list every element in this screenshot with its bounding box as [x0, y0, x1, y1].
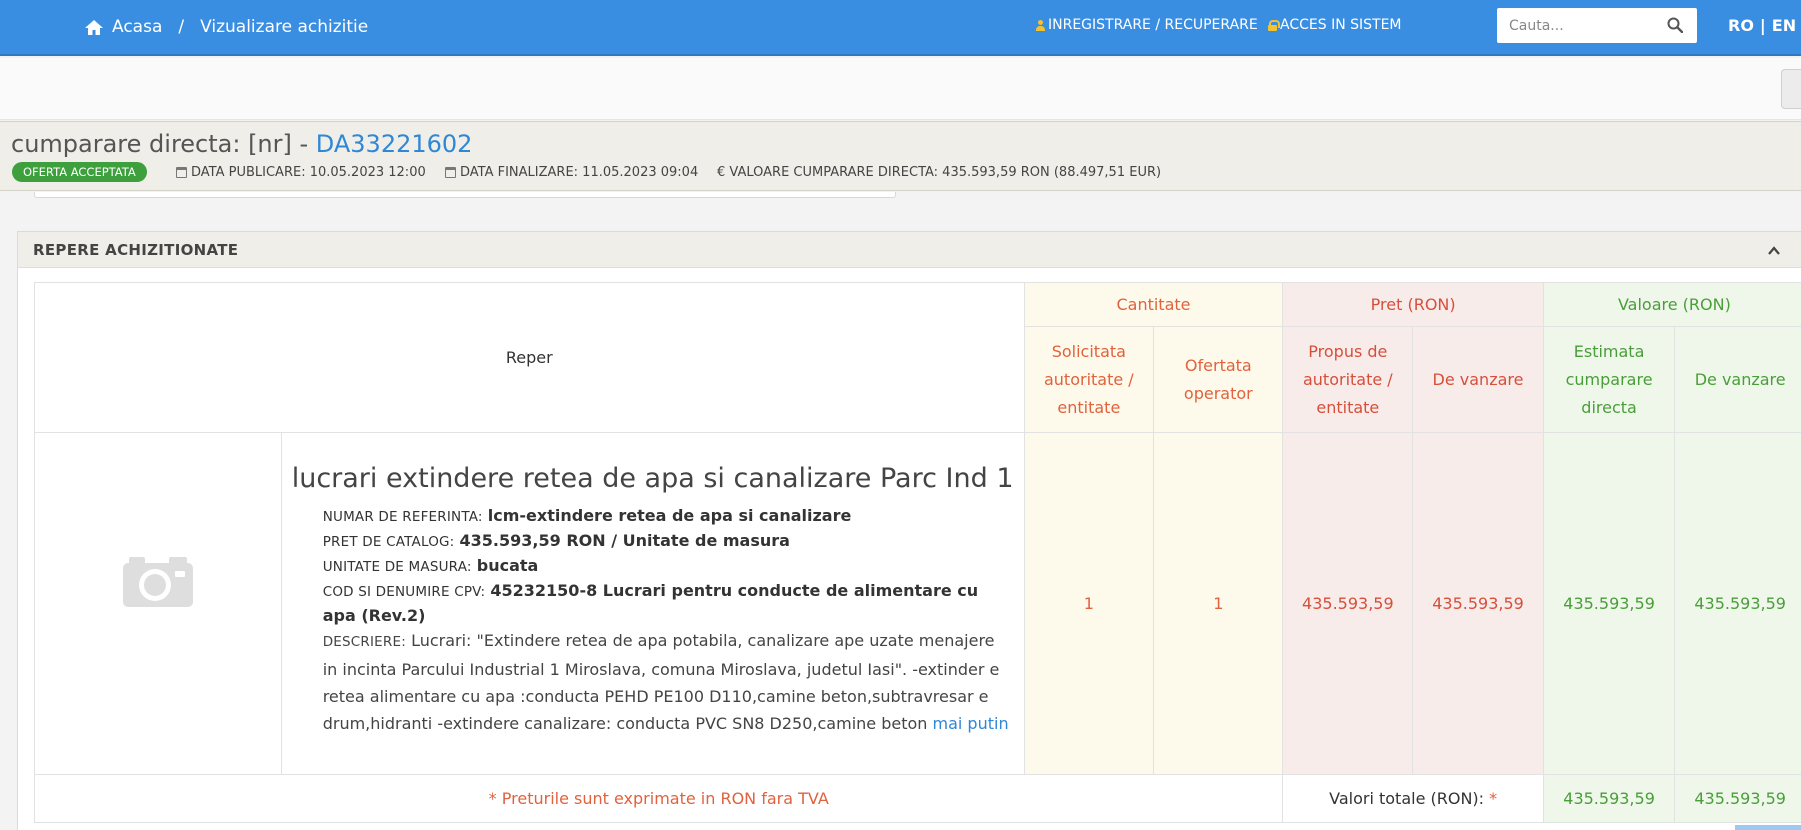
lang-separator: |	[1759, 16, 1766, 35]
calendar-icon	[176, 167, 187, 178]
value-estimated: 435.593,59	[1542, 432, 1676, 775]
item-reference-label: NUMAR DE REFERINTA:	[322, 509, 483, 525]
status-badge: OFERTA ACCEPTATA	[12, 162, 147, 182]
procurement-id: DA33221602	[315, 130, 473, 158]
collapsed-panel-edge	[34, 192, 896, 198]
side-panel-toggle[interactable]	[1781, 69, 1801, 109]
item-catalog-price-value: 435.593,59 RON / Unitate de masura	[459, 531, 790, 550]
group-header-price: Pret (RON)	[1282, 282, 1544, 327]
calendar-icon	[445, 167, 456, 178]
publish-date: DATA PUBLICARE: 10.05.2023 12:00	[176, 165, 426, 180]
totals-row: * Preturile sunt exprimate in RON fara T…	[33, 774, 1801, 823]
lang-en[interactable]: EN	[1772, 16, 1796, 35]
search-input[interactable]	[1497, 8, 1657, 43]
price-proposed: 435.593,59	[1282, 432, 1414, 775]
item-unit-value: bucata	[476, 556, 539, 575]
toolbar-strip	[0, 58, 1801, 120]
lang-ro[interactable]: RO	[1728, 16, 1754, 35]
items-table: Reper Cantitate Pret (RON) Valoare (RON)…	[33, 282, 1801, 823]
qty-requested: 1	[1023, 432, 1155, 775]
breadcrumb: Acasa / Vizualizare achizitie	[84, 17, 368, 37]
col-header-requested: Solicitata autoritate / entitate	[1023, 326, 1155, 433]
item-cpv: COD SI DENUMIRE CPV: 45232150-8 Lucrari …	[292, 579, 1014, 627]
publish-date-text: DATA PUBLICARE: 10.05.2023 12:00	[191, 165, 426, 180]
item-description-value: Lucrari: "Extindere retea de apa potabil…	[322, 631, 1000, 733]
totals-label: Valori totale (RON): *	[1282, 774, 1544, 823]
group-header-value: Valoare (RON)	[1542, 282, 1801, 327]
item-unit: UNITATE DE MASURA: bucata	[292, 554, 1014, 579]
show-less-link[interactable]: mai putin	[933, 714, 1009, 733]
search-box	[1497, 8, 1697, 43]
direct-purchase-value-text: € VALOARE CUMPARARE DIRECTA: 435.593,59 …	[717, 165, 1162, 180]
item-reference-value: lcm-extindere retea de apa si canalizare	[487, 506, 852, 525]
price-sale: 435.593,59	[1412, 432, 1544, 775]
item-reference: NUMAR DE REFERINTA: lcm-extindere retea …	[292, 504, 1014, 529]
register-link-label: INREGISTRARE / RECUPERARE	[1048, 17, 1258, 33]
col-header-estimated-value: Estimata cumparare directa	[1542, 326, 1676, 433]
item-unit-label: UNITATE DE MASURA:	[322, 559, 472, 575]
item-description: DESCRIERE: Lucrari: "Extindere retea de …	[292, 627, 1014, 737]
search-icon[interactable]	[1667, 17, 1683, 33]
login-link-label: ACCES IN SISTEM	[1280, 17, 1402, 33]
chevron-up-icon[interactable]	[1768, 245, 1780, 257]
camera-icon	[122, 557, 193, 607]
home-icon[interactable]	[84, 19, 104, 36]
table-row: lucrari extindere retea de apa si canali…	[34, 432, 1801, 775]
item-description-cell: lucrari extindere retea de apa si canali…	[280, 432, 1025, 775]
total-estimated: 435.593,59	[1542, 774, 1676, 823]
page-title: cumparare directa: [nr] - DA33221602	[11, 130, 472, 158]
page-title-prefix: cumparare directa: [nr] -	[11, 130, 316, 158]
vat-note: * Preturile sunt exprimate in RON fara T…	[33, 774, 1284, 823]
panel-header[interactable]: REPERE ACHIZITIONATE	[18, 232, 1801, 268]
col-header-sale-value: De vanzare	[1674, 326, 1801, 433]
finalize-date-text: DATA FINALIZARE: 11.05.2023 09:04	[460, 165, 699, 180]
value-sale: 435.593,59	[1674, 432, 1801, 775]
scroll-to-top-button[interactable]	[1735, 825, 1801, 830]
direct-purchase-value: € VALOARE CUMPARARE DIRECTA: 435.593,59 …	[717, 165, 1161, 180]
top-navbar: Acasa / Vizualizare achizitie INREGISTRA…	[0, 0, 1801, 56]
item-image-cell	[34, 432, 282, 775]
breadcrumb-separator: /	[178, 17, 185, 37]
col-header-sale-price: De vanzare	[1412, 326, 1544, 433]
qty-offered: 1	[1153, 432, 1284, 775]
panel-title: REPERE ACHIZITIONATE	[33, 241, 239, 259]
col-header-reper: Reper	[34, 282, 1025, 433]
procurement-header: cumparare directa: [nr] - DA33221602 OFE…	[0, 121, 1801, 191]
totals-label-text: Valori totale (RON):	[1329, 789, 1485, 808]
col-header-offered: Ofertata operator	[1153, 326, 1284, 433]
item-catalog-price-label: PRET DE CATALOG:	[322, 534, 455, 550]
user-icon	[1036, 19, 1045, 31]
totals-asterisk: *	[1489, 789, 1498, 808]
purchased-items-panel: REPERE ACHIZITIONATE Reper Cantitate Pre…	[17, 231, 1801, 830]
language-switcher: RO | EN	[1728, 16, 1796, 35]
item-description-label: DESCRIERE:	[322, 634, 406, 650]
finalize-date: DATA FINALIZARE: 11.05.2023 09:04	[445, 165, 698, 180]
col-header-proposed-price: Propus de autoritate / entitate	[1282, 326, 1414, 433]
login-link[interactable]: ACCES IN SISTEM	[1268, 17, 1402, 33]
lock-icon	[1268, 19, 1280, 31]
breadcrumb-current: Vizualizare achizitie	[200, 17, 369, 37]
register-link[interactable]: INREGISTRARE / RECUPERARE	[1036, 17, 1258, 33]
group-header-quantity: Cantitate	[1023, 282, 1284, 327]
item-cpv-label: COD SI DENUMIRE CPV:	[322, 584, 486, 600]
item-title: lucrari extindere retea de apa si canali…	[291, 463, 1014, 494]
item-catalog-price: PRET DE CATALOG: 435.593,59 RON / Unitat…	[292, 529, 1014, 554]
total-sale: 435.593,59	[1674, 774, 1801, 823]
breadcrumb-home-link[interactable]: Acasa	[112, 17, 162, 37]
